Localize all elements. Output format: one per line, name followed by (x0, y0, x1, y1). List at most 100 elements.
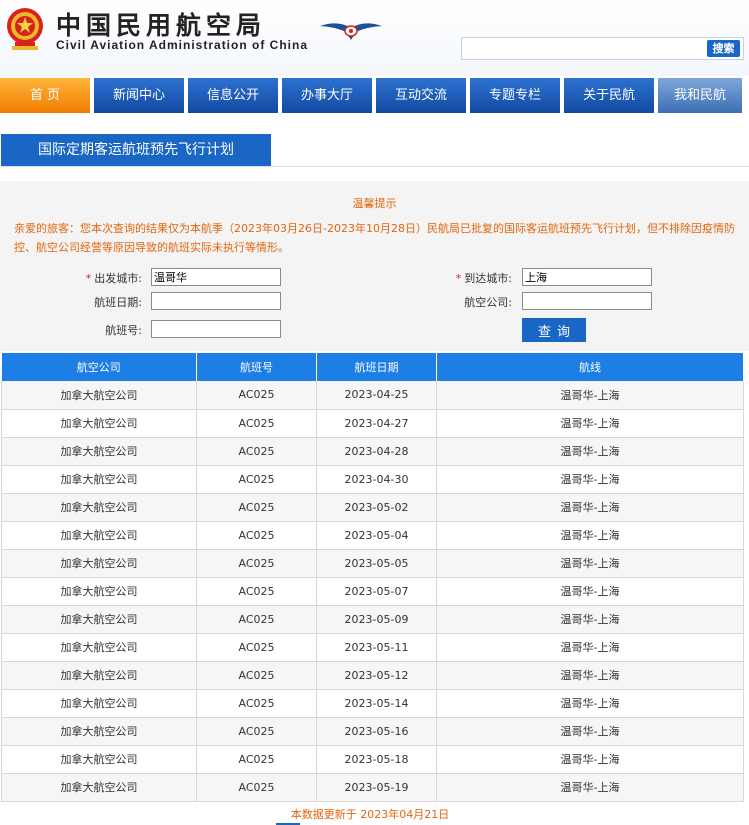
cell-airline: 加拿大航空公司 (1, 465, 197, 494)
cell-flight-date: 2023-05-16 (316, 717, 437, 746)
cell-flight-number: AC025 (196, 689, 317, 718)
search-box: 搜索 (461, 37, 744, 60)
cell-flight-number: AC025 (196, 605, 317, 634)
cell-route: 温哥华-上海 (436, 745, 744, 774)
cell-flight-date: 2023-04-30 (316, 465, 437, 494)
cell-airline: 加拿大航空公司 (1, 381, 197, 410)
cell-route: 温哥华-上海 (436, 633, 744, 662)
nav-item-me-and-caac-label: 我和民航 (673, 88, 726, 103)
cell-flight-number: AC025 (196, 745, 317, 774)
cell-flight-number: AC025 (196, 633, 317, 662)
cell-flight-number: AC025 (196, 661, 317, 690)
table-header-row: 航空公司 航班号 航班日期 航线 (1, 353, 744, 381)
cell-airline: 加拿大航空公司 (1, 661, 197, 690)
cell-route: 温哥华-上海 (436, 409, 744, 438)
table-row: 加拿大航空公司 AC025 2023-04-27 温哥华-上海 (1, 409, 744, 438)
update-note: 本数据更新于 2023年04月21日 (290, 808, 450, 821)
notice-text: 亲爱的旅客：您本次查询的结果仅为本航季（2023年03月26日-2023年10月… (14, 222, 735, 254)
cell-airline: 加拿大航空公司 (1, 745, 197, 774)
query-panel: 温馨提示 亲爱的旅客：您本次查询的结果仅为本航季（2023年03月26日-202… (0, 181, 749, 351)
nav-item-topics[interactable]: 专题专栏 (470, 78, 560, 113)
cell-route: 温哥华-上海 (436, 717, 744, 746)
site-header: 中国民用航空局 Civil Aviation Administration of… (0, 0, 749, 76)
table-row: 加拿大航空公司 AC025 2023-05-02 温哥华-上海 (1, 493, 744, 522)
cell-flight-date: 2023-05-18 (316, 745, 437, 774)
cell-route: 温哥华-上海 (436, 605, 744, 634)
cell-airline: 加拿大航空公司 (1, 549, 197, 578)
required-mark: * (85, 272, 92, 285)
cell-route: 温哥华-上海 (436, 521, 744, 550)
nav-item-home[interactable]: 首 页 (0, 78, 90, 113)
cell-route: 温哥华-上海 (436, 577, 744, 606)
airline-label: 航空公司: (464, 296, 512, 309)
table-row: 加拿大航空公司 AC025 2023-05-16 温哥华-上海 (1, 717, 744, 746)
departure-city-input[interactable] (151, 268, 281, 286)
cell-route: 温哥华-上海 (436, 689, 744, 718)
cell-airline: 加拿大航空公司 (1, 493, 197, 522)
table-row: 加拿大航空公司 AC025 2023-05-19 温哥华-上海 (1, 773, 744, 802)
cell-route: 温哥华-上海 (436, 493, 744, 522)
flight-number-label: 航班号: (105, 324, 142, 337)
table-row: 加拿大航空公司 AC025 2023-05-04 温哥华-上海 (1, 521, 744, 550)
table-row: 加拿大航空公司 AC025 2023-05-05 温哥华-上海 (1, 549, 744, 578)
table-row: 加拿大航空公司 AC025 2023-05-14 温哥华-上海 (1, 689, 744, 718)
nav-item-interaction[interactable]: 互动交流 (376, 78, 466, 113)
cell-route: 温哥华-上海 (436, 437, 744, 466)
site-title-en: Civil Aviation Administration of China (56, 38, 309, 52)
cell-airline: 加拿大航空公司 (1, 717, 197, 746)
caac-wing-logo-icon (320, 23, 382, 40)
flight-number-input[interactable] (151, 320, 281, 338)
national-emblem-icon (7, 8, 43, 50)
cell-route: 温哥华-上海 (436, 773, 744, 802)
cell-flight-number: AC025 (196, 577, 317, 606)
col-header-flight-number: 航班号 (196, 353, 317, 381)
main-nav: 首 页 新闻中心 信息公开 办事大厅 互动交流 专题专栏 关于民航 我和民航 (0, 78, 749, 113)
results-body: 加拿大航空公司 AC025 2023-04-25 温哥华-上海 加拿大航空公司 AC025… (1, 381, 744, 802)
departure-label: * 出发城市: (85, 272, 142, 285)
cell-airline: 加拿大航空公司 (1, 633, 197, 662)
table-row: 加拿大航空公司 AC025 2023-04-25 温哥华-上海 (1, 381, 744, 410)
required-mark: * (455, 272, 462, 285)
table-row: 加拿大航空公司 AC025 2023-05-18 温哥华-上海 (1, 745, 744, 774)
cell-flight-number: AC025 (196, 773, 317, 802)
cell-flight-number: AC025 (196, 549, 317, 578)
cell-route: 温哥华-上海 (436, 381, 744, 410)
cell-flight-date: 2023-05-12 (316, 661, 437, 690)
arrival-city-input[interactable] (522, 268, 652, 286)
col-header-flight-date: 航班日期 (316, 353, 437, 381)
nav-item-info[interactable]: 信息公开 (188, 78, 278, 113)
cell-flight-number: AC025 (196, 381, 317, 410)
search-input[interactable] (464, 40, 704, 57)
flight-date-label: 航班日期: (94, 296, 142, 309)
table-row: 加拿大航空公司 AC025 2023-05-07 温哥华-上海 (1, 577, 744, 606)
nav-item-news[interactable]: 新闻中心 (94, 78, 184, 113)
cell-route: 温哥华-上海 (436, 661, 744, 690)
nav-item-about[interactable]: 关于民航 (564, 78, 654, 113)
cell-flight-number: AC025 (196, 717, 317, 746)
nav-item-services[interactable]: 办事大厅 (282, 78, 372, 113)
notice-title: 温馨提示 (352, 197, 397, 210)
cell-airline: 加拿大航空公司 (1, 409, 197, 438)
site-title-cn: 中国民用航空局 (56, 11, 267, 40)
search-button[interactable]: 搜索 (707, 40, 740, 57)
cell-flight-date: 2023-05-02 (316, 493, 437, 522)
flight-date-input[interactable] (151, 292, 281, 310)
cell-flight-number: AC025 (196, 437, 317, 466)
cell-flight-date: 2023-05-05 (316, 549, 437, 578)
cell-airline: 加拿大航空公司 (1, 577, 197, 606)
cell-flight-date: 2023-05-19 (316, 773, 437, 802)
airline-input[interactable] (522, 292, 652, 310)
table-row: 加拿大航空公司 AC025 2023-05-11 温哥华-上海 (1, 633, 744, 662)
cell-airline: 加拿大航空公司 (1, 689, 197, 718)
arrival-label: * 到达城市: (455, 272, 512, 285)
cell-flight-date: 2023-05-07 (316, 577, 437, 606)
cell-airline: 加拿大航空公司 (1, 773, 197, 802)
cell-flight-date: 2023-05-04 (316, 521, 437, 550)
cell-flight-number: AC025 (196, 409, 317, 438)
table-row: 加拿大航空公司 AC025 2023-05-09 温哥华-上海 (1, 605, 744, 634)
results-table: 航空公司 航班号 航班日期 航线 加拿大航空公司 AC025 2023-04-25 温… (1, 353, 744, 802)
query-button[interactable]: 查询 (522, 318, 586, 342)
section-divider (0, 166, 749, 167)
page-title: 国际定期客运航班预先飞行计划 (1, 134, 271, 166)
nav-item-me-and-caac[interactable]: 我和民航 (658, 78, 742, 113)
